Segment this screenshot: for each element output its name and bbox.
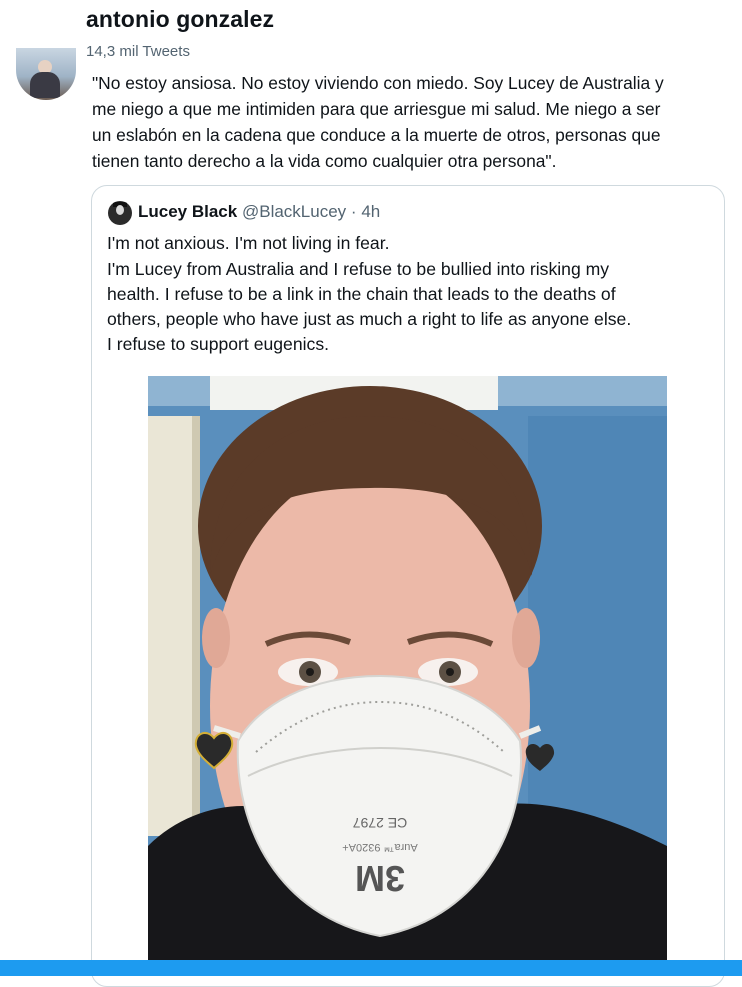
mask-model: Aura™ 9320A+ (342, 841, 418, 853)
bottom-bar (0, 960, 742, 976)
quoted-author-avatar[interactable] (108, 201, 132, 225)
tweet-photo[interactable]: 3M Aura™ 9320A+ CE 2797 (148, 376, 667, 966)
quoted-text-line: I refuse to support eugenics. (107, 334, 330, 354)
tweet-text: "No estoy ansiosa. No estoy viviendo con… (92, 70, 732, 174)
quoted-tweet-header: Lucey Black @BlackLucey · 4h (138, 202, 380, 222)
quoted-text-line: I'm not anxious. I'm not living in fear. (107, 233, 390, 253)
quoted-text-line: I'm Lucey from Australia and I refuse to… (107, 259, 610, 279)
mask-brand: 3M (355, 858, 405, 899)
mask-mark: CE 2797 (353, 815, 408, 831)
quoted-text-line: others, people who have just as much a r… (107, 309, 632, 329)
profile-name[interactable]: antonio gonzalez (86, 6, 274, 33)
quoted-text-line: health. I refuse to be a link in the cha… (107, 284, 616, 304)
tweet-line: "No estoy ansiosa. No estoy viviendo con… (92, 73, 664, 93)
quoted-tweet-time[interactable]: 4h (361, 202, 380, 221)
tweet-line: me niego a que me intimiden para que arr… (92, 99, 661, 119)
avatar[interactable] (16, 48, 76, 100)
separator-dot: · (350, 202, 357, 221)
tweet-line: tienen tanto derecho a la vida como cual… (92, 151, 557, 171)
quoted-author-name[interactable]: Lucey Black (138, 202, 237, 221)
quoted-author-handle[interactable]: @BlackLucey (242, 202, 346, 221)
tweet-count: 14,3 mil Tweets (86, 43, 190, 60)
tweet-line: un eslabón en la cadena que conduce a la… (92, 125, 661, 145)
